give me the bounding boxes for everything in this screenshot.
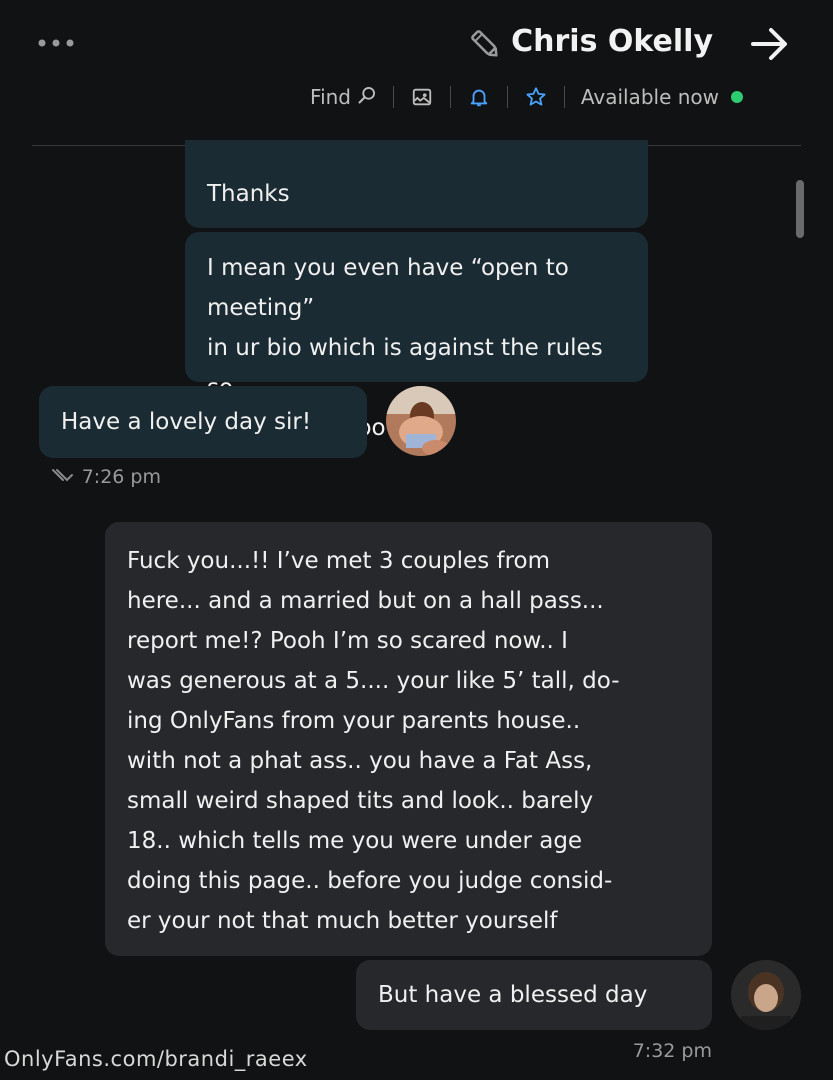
- chat-screen: Chris Okelly Available now Find Thanks I…: [0, 0, 833, 1080]
- contact-avatar[interactable]: [386, 386, 456, 456]
- outgoing-message: Fuck you...!! I’ve met 3 couples from he…: [105, 522, 712, 956]
- incoming-message: Have a lovely day sir!: [39, 386, 367, 458]
- bell-icon[interactable]: [467, 85, 491, 109]
- contact-meta-row: Available now Find: [310, 82, 743, 112]
- incoming-message: Thanks: [185, 140, 648, 228]
- watermark: OnlyFans.com/brandi_raeex: [4, 1047, 308, 1071]
- outgoing-message: But have a blessed day: [356, 960, 712, 1030]
- image-icon[interactable]: [410, 85, 434, 109]
- star-icon[interactable]: [524, 85, 548, 109]
- user-avatar[interactable]: [731, 960, 801, 1030]
- divider: [449, 86, 451, 108]
- read-checkmarks-icon: [46, 466, 74, 488]
- find-label: Find: [309, 85, 351, 109]
- search-icon: [357, 85, 377, 110]
- message-timestamp: 7:32 pm: [632, 1040, 712, 1062]
- divider: [506, 86, 508, 108]
- online-status-dot: [731, 91, 743, 103]
- back-arrow-icon[interactable]: [745, 22, 793, 66]
- scrollbar[interactable]: [796, 180, 804, 238]
- more-dots-icon[interactable]: [36, 30, 76, 56]
- find-button[interactable]: Find: [310, 85, 377, 110]
- incoming-message: I mean you even have “open to meeting” i…: [185, 232, 648, 441]
- chat-header: Chris Okelly Available now Find: [0, 0, 833, 150]
- availability-status: Available now: [580, 85, 719, 109]
- message-timestamp: 7:26 pm: [46, 466, 161, 488]
- edit-pencil-icon[interactable]: [467, 26, 503, 62]
- divider: [563, 86, 565, 108]
- divider: [392, 86, 394, 108]
- contact-name[interactable]: Chris Okelly: [511, 24, 713, 59]
